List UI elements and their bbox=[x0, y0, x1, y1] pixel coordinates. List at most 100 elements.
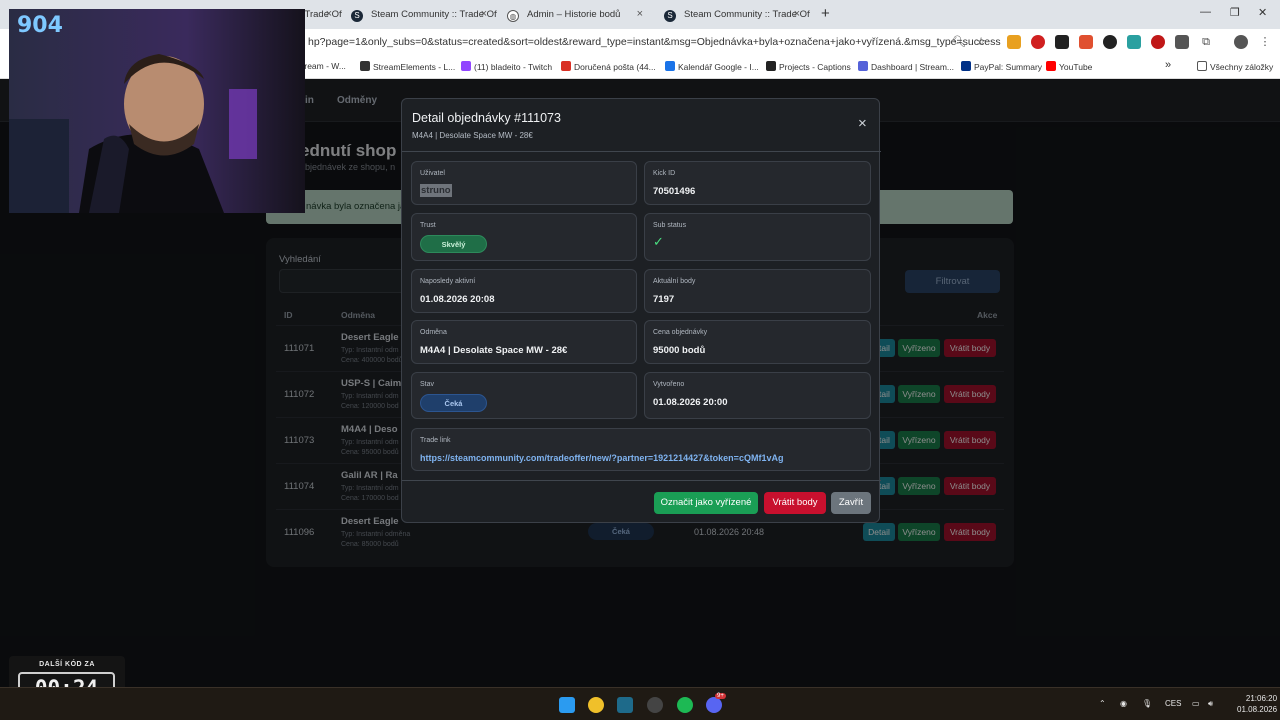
steam-icon: S bbox=[351, 10, 363, 22]
calendar-icon bbox=[665, 61, 675, 71]
bookmarks-more[interactable]: » bbox=[1165, 59, 1171, 71]
captions-icon bbox=[766, 61, 776, 71]
minimize-icon[interactable]: — bbox=[1200, 6, 1211, 18]
taskbar: 9+ ⌃ ◉ 🎙︎ CES ▭ 🔊︎ 21:06:20 01.08.2026 bbox=[0, 687, 1280, 720]
bookmark-item[interactable]: PayPal: Summary bbox=[961, 61, 1042, 72]
bookmark-item[interactable]: Doručená pošta (44... bbox=[561, 61, 656, 72]
clock-date: 01.08.2026 bbox=[1237, 705, 1278, 714]
clock[interactable]: 21:06:20 01.08.2026 bbox=[1237, 693, 1277, 715]
modal-divider bbox=[402, 480, 881, 481]
bookmark-item[interactable]: tream - W... bbox=[302, 61, 346, 71]
tab-steam-trade[interactable]: S Steam Community :: Trade Offe × bbox=[341, 4, 497, 29]
tab-steam-trade-2[interactable]: S Steam Community :: Trade Offe × bbox=[654, 4, 810, 29]
bookmark-label: PayPal: Summary bbox=[974, 62, 1043, 72]
field-label: Trust bbox=[420, 222, 436, 229]
bookmark-label: Kalendář Google - I... bbox=[678, 62, 759, 72]
bookmark-label: (11) bladeito - Twitch bbox=[474, 62, 553, 72]
webcam-feed-image bbox=[9, 9, 305, 213]
discord-icon[interactable] bbox=[706, 697, 722, 713]
close-icon[interactable]: × bbox=[794, 8, 800, 20]
field-label: Odměna bbox=[420, 329, 447, 336]
streamlabs-icon bbox=[858, 61, 868, 71]
mark-done-button[interactable]: Označit jako vyřízené bbox=[654, 492, 758, 514]
bookmark-item[interactable]: StreamElements - L... bbox=[360, 61, 455, 72]
chrome-icon[interactable] bbox=[588, 697, 604, 713]
bookmark-item[interactable]: Kalendář Google - I... bbox=[665, 61, 759, 72]
puzzle-icon[interactable]: ⧉ bbox=[1199, 35, 1213, 49]
close-button[interactable]: Zavřít bbox=[831, 492, 871, 514]
modal-subtitle: M4A4 | Desolate Space MW - 28€ bbox=[412, 131, 533, 140]
close-icon[interactable]: × bbox=[637, 8, 643, 20]
extension-icon-5[interactable] bbox=[1103, 35, 1117, 49]
extension-icon-4[interactable] bbox=[1079, 35, 1093, 49]
field-value: M4A4 | Desolate Space MW - 28€ bbox=[420, 345, 568, 356]
paypal-icon bbox=[961, 61, 971, 71]
bookmark-item[interactable]: Dashboard | Stream... bbox=[858, 61, 954, 72]
all-bookmarks-label: Všechny záložky bbox=[1210, 62, 1274, 72]
extension-icon-7[interactable] bbox=[1151, 35, 1165, 49]
bookmark-label: Doručená pošta (44... bbox=[574, 62, 656, 72]
field-value: struno bbox=[420, 184, 452, 197]
modal-title: Detail objednávky #111073 bbox=[412, 111, 561, 125]
all-bookmarks[interactable]: Všechny záložky bbox=[1197, 61, 1273, 72]
spotify-icon[interactable] bbox=[677, 697, 693, 713]
extension-icon-3[interactable] bbox=[1055, 35, 1069, 49]
tab-admin-historie[interactable]: ◍ Admin – Historie bodů × bbox=[497, 4, 653, 29]
zoom-icon[interactable]: 🔍︎ bbox=[952, 35, 966, 49]
windows-start-icon[interactable] bbox=[559, 697, 575, 713]
profile-avatar[interactable] bbox=[1234, 35, 1248, 49]
viewer-counter: 904 bbox=[17, 13, 63, 38]
trade-link[interactable]: https://steamcommunity.com/tradeoffer/ne… bbox=[420, 453, 783, 463]
chevron-up-icon[interactable]: ⌃ bbox=[1099, 699, 1106, 708]
field-value: 95000 bodů bbox=[653, 345, 706, 356]
globe-icon: ◍ bbox=[507, 10, 519, 22]
field-label: Stav bbox=[420, 381, 435, 388]
network-icon[interactable]: ▭ bbox=[1192, 699, 1200, 708]
mic-icon[interactable]: 🎙︎ bbox=[1142, 699, 1152, 708]
field-label: Naposledy aktivní bbox=[420, 278, 476, 285]
extension-icon-8[interactable] bbox=[1175, 35, 1189, 49]
field-kick-id: Kick ID 70501496 bbox=[644, 161, 871, 205]
field-trust: Trust Skvělý bbox=[411, 213, 637, 261]
field-value: 01.08.2026 20:00 bbox=[653, 397, 728, 408]
close-icon[interactable]: × bbox=[326, 8, 332, 20]
field-label: Vytvořeno bbox=[653, 381, 685, 388]
field-price: Cena objednávky 95000 bodů bbox=[644, 320, 871, 364]
bookmark-icon bbox=[360, 61, 370, 71]
twitch-icon bbox=[461, 61, 471, 71]
clock-time: 21:06:20 bbox=[1245, 694, 1278, 703]
field-value: 01.08.2026 20:08 bbox=[420, 294, 495, 305]
app-icon[interactable] bbox=[617, 697, 633, 713]
obs-icon[interactable] bbox=[647, 697, 663, 713]
close-icon[interactable]: × bbox=[481, 8, 487, 20]
volume-icon[interactable]: 🔊︎ bbox=[1208, 699, 1213, 709]
order-detail-modal: Detail objednávky #111073 M4A4 | Desolat… bbox=[401, 98, 881, 523]
gmail-icon bbox=[561, 61, 571, 71]
check-icon: ✓ bbox=[653, 234, 664, 249]
field-user: Uživatel struno bbox=[411, 161, 637, 205]
close-window-icon[interactable]: ✕ bbox=[1258, 6, 1267, 19]
extension-icon-2[interactable] bbox=[1031, 35, 1045, 49]
bookmark-item[interactable]: Projects - Captions bbox=[766, 61, 851, 72]
refund-button[interactable]: Vrátit body bbox=[764, 492, 826, 514]
webcam-overlay: 904 bbox=[9, 9, 305, 213]
bookmark-item[interactable]: YouTube bbox=[1046, 61, 1092, 72]
new-tab-button[interactable]: + bbox=[821, 5, 830, 22]
close-icon[interactable]: × bbox=[858, 116, 867, 131]
modal-divider bbox=[402, 151, 881, 152]
field-status: Stav Čeká bbox=[411, 372, 637, 419]
steam-tray-icon[interactable]: ◉ bbox=[1120, 699, 1127, 708]
folder-icon bbox=[1197, 61, 1207, 71]
menu-icon[interactable]: ⋮ bbox=[1258, 35, 1272, 49]
field-points: Aktuální body 7197 bbox=[644, 269, 871, 313]
star-icon[interactable]: ☆ bbox=[974, 35, 988, 49]
extension-icon-6[interactable] bbox=[1127, 35, 1141, 49]
language-indicator[interactable]: CES bbox=[1165, 699, 1181, 708]
timer-label: DALŠÍ KÓD ZA bbox=[39, 661, 95, 668]
url-field[interactable]: hp?page=1&only_subs=0&status=created&sor… bbox=[308, 36, 1001, 48]
extension-icon-1[interactable] bbox=[1007, 35, 1021, 49]
field-label: Trade link bbox=[420, 437, 451, 444]
field-trade-link: Trade link https://steamcommunity.com/tr… bbox=[411, 428, 871, 471]
maximize-icon[interactable]: ❐ bbox=[1230, 6, 1240, 19]
bookmark-item[interactable]: (11) bladeito - Twitch bbox=[461, 61, 552, 72]
